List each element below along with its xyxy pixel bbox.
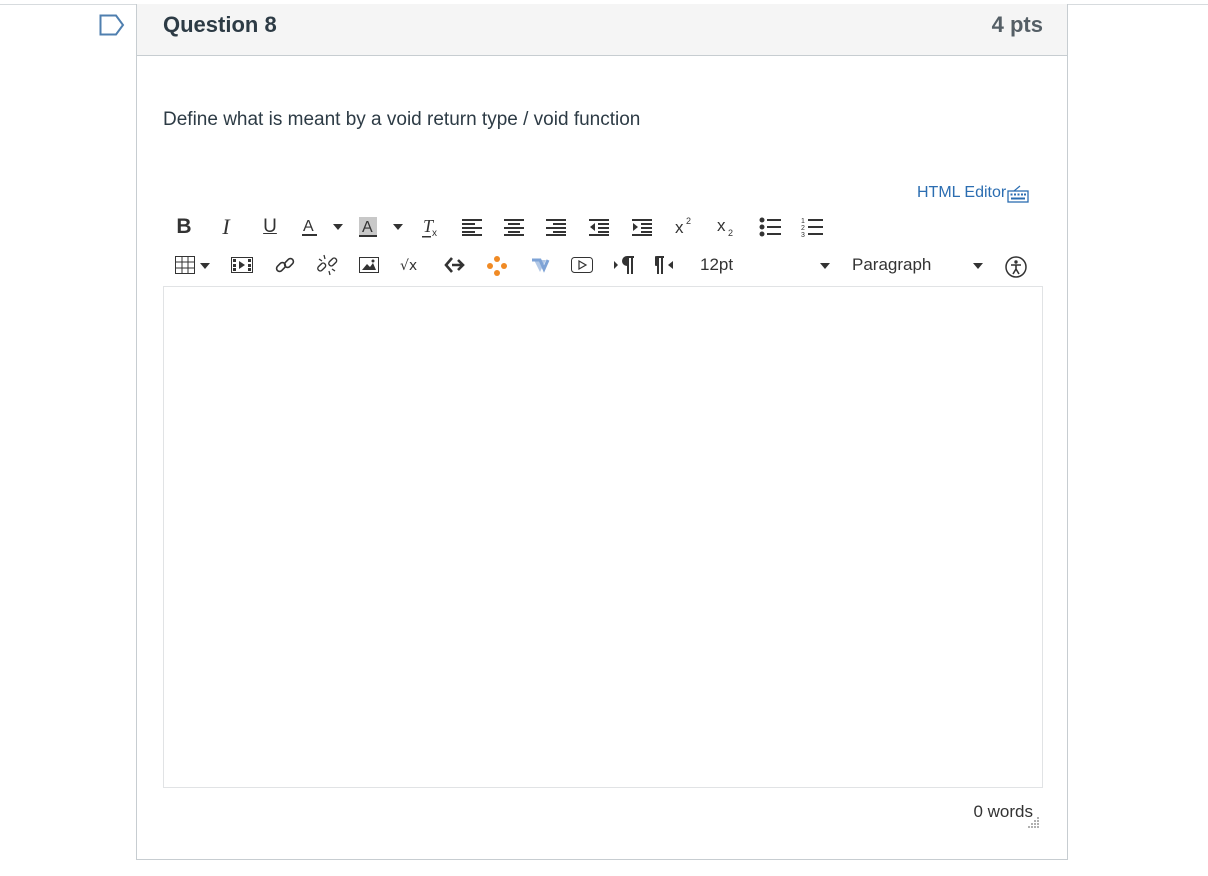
svg-text:2: 2 <box>686 216 691 226</box>
apps-icon <box>487 256 507 276</box>
embed-button[interactable] <box>443 254 465 276</box>
block-format-select[interactable]: Paragraph <box>852 255 931 275</box>
keyboard-icon <box>1007 185 1029 203</box>
subscript-icon: x2 <box>717 216 733 238</box>
svg-text:x: x <box>432 228 437 239</box>
text-color-dropdown-icon[interactable] <box>333 222 343 232</box>
bullet-list-button[interactable] <box>759 215 781 239</box>
align-left-icon <box>462 219 482 236</box>
flag-question-icon[interactable] <box>99 14 125 36</box>
superscript-button[interactable]: x2 <box>673 214 695 238</box>
rich-text-editor-area[interactable] <box>163 286 1043 788</box>
rtl-icon <box>655 256 673 274</box>
html-editor-label: HTML Editor <box>917 184 1007 201</box>
resize-handle-icon[interactable] <box>1028 816 1040 828</box>
question-title: Question 8 <box>163 12 277 37</box>
image-button[interactable] <box>358 255 380 275</box>
video-button[interactable] <box>571 255 593 275</box>
outdent-button[interactable] <box>588 216 610 238</box>
svg-text:√x: √x <box>400 258 417 274</box>
question-points: 4 pts <box>991 12 1043 37</box>
background-color-button[interactable]: A <box>356 214 380 240</box>
numbered-list-button[interactable]: 123 <box>801 215 823 239</box>
background-color-dropdown-icon[interactable] <box>393 222 403 232</box>
question-text: Define what is meant by a void return ty… <box>163 109 641 130</box>
unlink-icon <box>317 254 338 276</box>
svg-text:2: 2 <box>801 225 805 232</box>
align-center-icon <box>504 219 524 236</box>
vimeo-icon <box>532 258 550 273</box>
svg-text:x: x <box>717 216 726 235</box>
svg-text:x: x <box>675 218 684 237</box>
word-count: 0 words <box>973 802 1033 821</box>
accessibility-icon <box>1005 256 1027 278</box>
bold-button[interactable]: B <box>173 214 195 240</box>
equation-button[interactable]: √x <box>400 254 424 276</box>
table-button[interactable] <box>174 254 196 276</box>
media-icon <box>231 257 253 273</box>
html-editor-link[interactable]: HTML Editor <box>917 183 1029 203</box>
superscript-icon: x2 <box>675 216 691 237</box>
indent-button[interactable] <box>631 216 653 238</box>
italic-button[interactable]: I <box>215 214 237 240</box>
media-button[interactable] <box>231 255 253 275</box>
table-icon <box>175 256 195 274</box>
svg-text:2: 2 <box>728 228 733 238</box>
table-dropdown-icon[interactable] <box>200 262 210 270</box>
underline-button[interactable]: U <box>259 214 281 240</box>
ltr-icon <box>614 256 634 274</box>
text-color-button[interactable]: A <box>299 214 321 240</box>
question-card: Question 8 4 pts Define what is meant by… <box>136 4 1068 860</box>
clear-formatting-button[interactable]: Tx <box>419 214 443 240</box>
svg-text:A: A <box>303 218 314 235</box>
link-icon <box>275 257 295 273</box>
embed-icon <box>444 257 465 273</box>
numbered-list-icon: 123 <box>801 218 823 238</box>
vimeo-button[interactable] <box>529 255 551 275</box>
question-header: Question 8 4 pts <box>137 4 1067 56</box>
accessibility-checker-button[interactable] <box>1004 255 1028 279</box>
svg-text:A: A <box>362 219 373 236</box>
font-size-dropdown-icon[interactable] <box>820 263 830 269</box>
link-button[interactable] <box>273 254 297 276</box>
rtl-button[interactable] <box>655 254 677 276</box>
image-icon <box>359 257 379 273</box>
video-icon <box>571 257 593 273</box>
bullet-list-icon <box>759 217 781 237</box>
apps-button[interactable] <box>485 254 509 278</box>
block-format-dropdown-icon[interactable] <box>973 263 983 269</box>
equation-icon: √x <box>400 258 417 274</box>
svg-text:3: 3 <box>801 232 805 238</box>
font-size-select[interactable]: 12pt <box>700 255 733 275</box>
align-center-button[interactable] <box>503 216 525 238</box>
align-right-button[interactable] <box>545 216 567 238</box>
align-left-button[interactable] <box>461 216 483 238</box>
background-color-icon: A <box>359 217 377 237</box>
text-color-icon: A <box>302 218 317 236</box>
align-right-icon <box>546 219 566 236</box>
clear-formatting-icon: Tx <box>422 216 437 239</box>
outdent-icon <box>589 219 609 236</box>
ltr-button[interactable] <box>613 254 635 276</box>
subscript-button[interactable]: x2 <box>715 214 737 238</box>
indent-icon <box>632 219 652 236</box>
svg-text:1: 1 <box>801 218 805 225</box>
unlink-button[interactable] <box>315 254 339 276</box>
